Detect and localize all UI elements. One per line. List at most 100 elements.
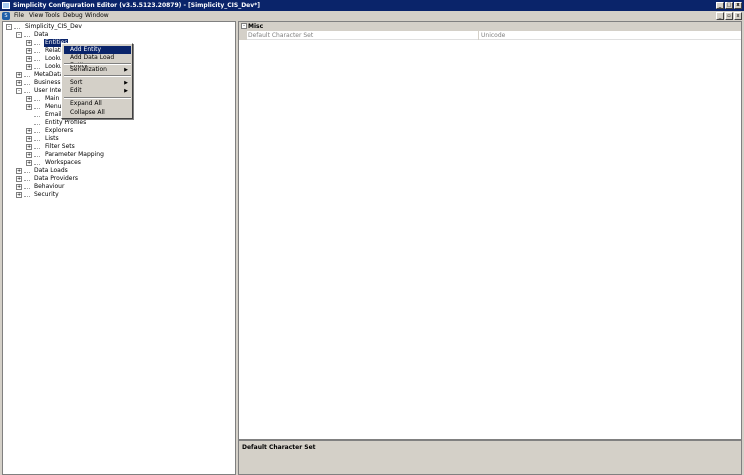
tree-connector xyxy=(34,52,40,53)
tree-connector xyxy=(34,164,40,165)
menu-bar: S File View Tools Debug Window _ ▫ x xyxy=(0,11,744,21)
tree-expand-icon[interactable]: + xyxy=(26,56,32,62)
window-title: Simplicity Configuration Editor (v3.5.51… xyxy=(13,2,261,9)
tree-collapse-icon[interactable]: - xyxy=(16,88,22,94)
minimize-button[interactable]: _ xyxy=(716,2,724,9)
tree-connector xyxy=(34,68,40,69)
tree-connector xyxy=(24,188,30,189)
menu-separator xyxy=(64,75,131,77)
tree-expand-icon[interactable]: + xyxy=(16,80,22,86)
tree-connector xyxy=(34,132,40,133)
tree-expand-icon[interactable]: + xyxy=(16,176,22,182)
submenu-arrow-icon: ▶ xyxy=(124,88,128,94)
tree-node-security[interactable]: Security xyxy=(34,191,59,199)
document-close-button[interactable]: x xyxy=(734,12,742,20)
tree-connector xyxy=(34,100,40,101)
tree-connector xyxy=(14,28,20,29)
menu-view[interactable]: View xyxy=(29,11,43,21)
property-row[interactable]: Default Character Set Unicode xyxy=(239,31,741,40)
tree-connector xyxy=(34,108,40,109)
app-icon xyxy=(2,2,10,9)
tree-expand-icon[interactable]: + xyxy=(26,136,32,142)
tree-node-workspaces[interactable]: Workspaces xyxy=(45,159,81,167)
tree-collapse-icon[interactable]: - xyxy=(16,32,22,38)
menu-file[interactable]: File xyxy=(14,11,24,21)
tree-connector xyxy=(24,36,30,37)
tree-expand-icon[interactable]: + xyxy=(26,160,32,166)
tree-expand-icon[interactable]: + xyxy=(26,144,32,150)
ctx-label: Collapse All xyxy=(70,109,105,116)
tree-collapse-icon[interactable]: - xyxy=(6,24,12,30)
ctx-label: Edit xyxy=(70,87,82,94)
tree-expand-icon[interactable]: + xyxy=(16,168,22,174)
description-title: Default Character Set xyxy=(242,444,316,451)
tree-expand-icon[interactable]: + xyxy=(26,40,32,46)
property-margin xyxy=(239,31,247,40)
property-grid[interactable]: - Misc Default Character Set Unicode xyxy=(238,21,742,440)
menu-window[interactable]: Window xyxy=(85,11,109,21)
tree-node-parameter-mapping[interactable]: Parameter Mapping xyxy=(45,151,104,159)
tree-expand-icon[interactable]: + xyxy=(26,48,32,54)
tree-node-behaviour[interactable]: Behaviour xyxy=(34,183,64,191)
property-divider[interactable] xyxy=(478,31,479,40)
tree-node-entity-profiles[interactable]: Entity Profiles xyxy=(45,119,86,127)
tree-expand-icon[interactable]: + xyxy=(16,184,22,190)
ctx-edit[interactable]: Edit ▶ xyxy=(64,87,131,95)
menu-debug[interactable]: Debug xyxy=(63,11,83,21)
tree-expand-icon[interactable]: + xyxy=(16,192,22,198)
ctx-label: Add Entity xyxy=(70,46,102,53)
tree-node-data[interactable]: Data xyxy=(34,31,48,39)
document-restore-button[interactable]: ▫ xyxy=(725,12,733,20)
description-pane: Default Character Set xyxy=(238,440,742,475)
context-menu: Add Entity Add Data Load Entity Serializ… xyxy=(61,43,133,119)
menu-tools[interactable]: Tools xyxy=(45,11,60,21)
tree-expand-icon[interactable]: + xyxy=(26,104,32,110)
ctx-label: Serialization xyxy=(70,66,107,73)
title-bar[interactable]: Simplicity Configuration Editor (v3.5.51… xyxy=(0,0,744,11)
tree-expand-icon[interactable]: + xyxy=(16,72,22,78)
tree-connector xyxy=(24,84,30,85)
ctx-expand-all[interactable]: Expand All xyxy=(64,100,131,108)
ctx-sort[interactable]: Sort ▶ xyxy=(64,79,131,87)
ctx-label: Expand All xyxy=(70,100,102,107)
tree-node-filter-sets[interactable]: Filter Sets xyxy=(45,143,75,151)
tree-node-data-providers[interactable]: Data Providers xyxy=(34,175,78,183)
tree-connector xyxy=(34,140,40,141)
ctx-serialization[interactable]: Serialization ▶ xyxy=(64,66,131,74)
tree-connector xyxy=(34,44,40,45)
tree-expand-icon[interactable]: + xyxy=(26,96,32,102)
category-collapse-icon[interactable]: - xyxy=(241,23,247,29)
menu-separator xyxy=(64,63,131,65)
tree-connector xyxy=(24,180,30,181)
tree-connector xyxy=(34,156,40,157)
tree-expand-icon[interactable]: + xyxy=(26,152,32,158)
application-window: Simplicity Configuration Editor (v3.5.51… xyxy=(0,0,744,475)
tree-connector xyxy=(34,116,40,117)
tree-expand-icon[interactable]: + xyxy=(26,128,32,134)
document-icon[interactable]: S xyxy=(2,12,10,20)
category-label: Misc xyxy=(248,23,264,30)
tree-connector xyxy=(34,148,40,149)
tree-connector xyxy=(34,60,40,61)
ctx-collapse-all[interactable]: Collapse All xyxy=(64,109,131,117)
ctx-add-entity[interactable]: Add Entity xyxy=(64,46,131,54)
tree-node-metadata[interactable]: MetaData xyxy=(34,71,63,79)
maximize-button[interactable]: □ xyxy=(725,2,733,9)
tree-node-explorers[interactable]: Explorers xyxy=(45,127,73,135)
property-category[interactable]: - Misc xyxy=(239,22,741,31)
tree-connector xyxy=(34,124,40,125)
tree-node-lists[interactable]: Lists xyxy=(45,135,59,143)
menu-separator xyxy=(64,97,131,99)
ctx-add-data-load-entity[interactable]: Add Data Load Entity xyxy=(64,54,131,69)
tree-connector xyxy=(24,92,30,93)
tree-connector xyxy=(24,196,30,197)
close-button[interactable]: x xyxy=(734,2,742,9)
tree-node-root[interactable]: Simplicity_CIS_Dev xyxy=(25,23,82,31)
property-value[interactable]: Unicode xyxy=(481,31,505,40)
submenu-arrow-icon: ▶ xyxy=(124,67,128,73)
submenu-arrow-icon: ▶ xyxy=(124,80,128,86)
tree-expand-icon[interactable]: + xyxy=(26,64,32,70)
tree-node-data-loads[interactable]: Data Loads xyxy=(34,167,68,175)
document-minimize-button[interactable]: _ xyxy=(716,12,724,20)
tree-connector xyxy=(24,172,30,173)
